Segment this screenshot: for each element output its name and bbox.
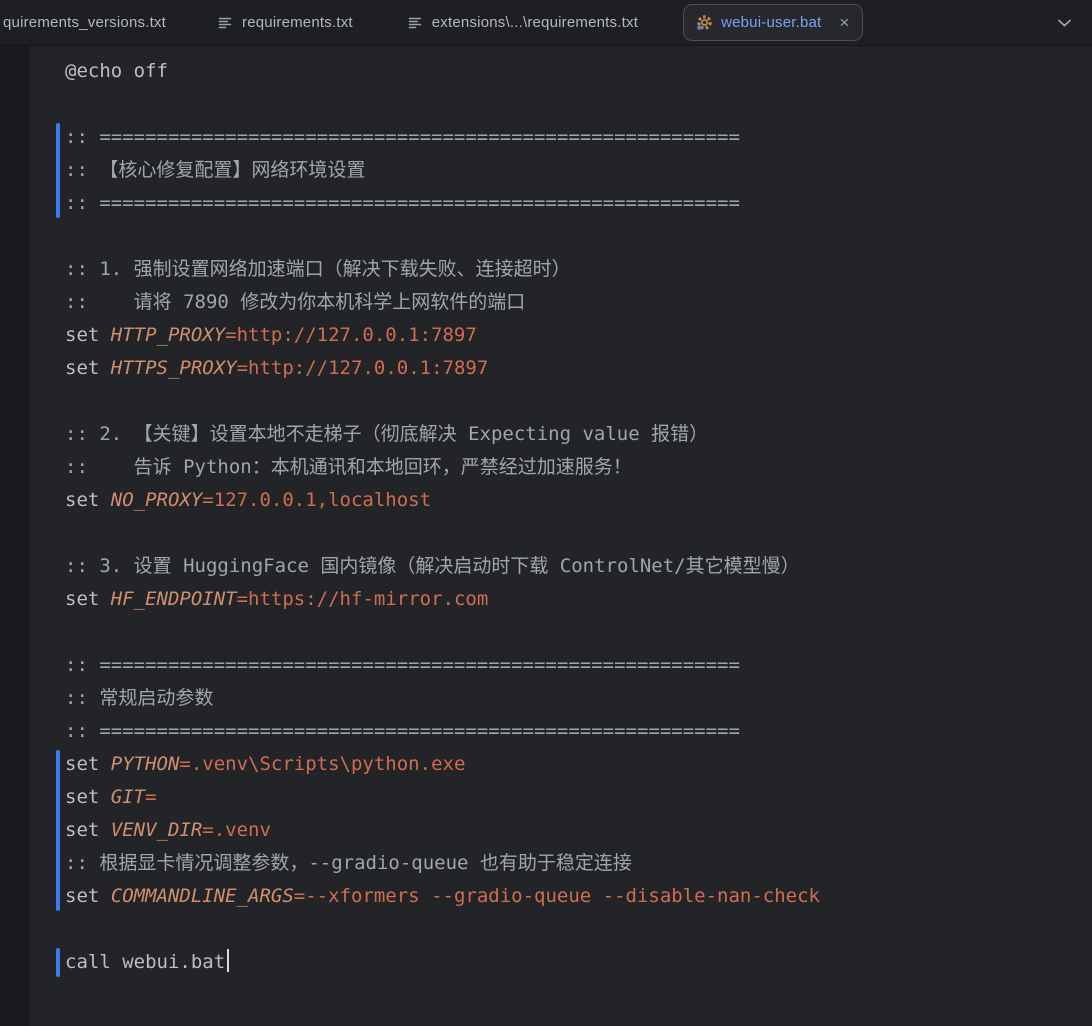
code-token: :: 请将 7890 修改为你本机科学上网软件的端口 <box>65 291 526 313</box>
code-token: PYTHON <box>110 753 180 775</box>
code-line[interactable]: :: =====================================… <box>65 187 1092 220</box>
code-token: set <box>65 489 111 511</box>
code-line[interactable]: set COMMANDLINE_ARGS=--xformers --gradio… <box>65 880 1092 913</box>
tab-requirements-versions-txt[interactable]: quirements_versions.txt <box>0 0 190 45</box>
code-token: =http://127.0.0.1:7897 <box>236 357 489 379</box>
code-line[interactable]: :: 【核心修复配置】网络环境设置 <box>65 154 1092 187</box>
code-line[interactable] <box>65 913 1092 946</box>
code-token: =http://127.0.0.1:7897 <box>225 324 477 346</box>
code-token: :: 3. 设置 HuggingFace 国内镜像（解决启动时下载 Contro… <box>65 555 800 577</box>
code-line[interactable]: :: =====================================… <box>65 121 1092 154</box>
code-token: HTTP_PROXY <box>110 324 226 346</box>
vcs-change-bar[interactable] <box>56 123 60 218</box>
code-token: set <box>65 588 111 610</box>
code-line[interactable] <box>65 616 1092 649</box>
vcs-change-bar[interactable] <box>56 948 60 977</box>
tab-label: quirements_versions.txt <box>3 14 167 31</box>
close-icon[interactable]: × <box>837 14 851 31</box>
code-line[interactable]: set PYTHON=.venv\Scripts\python.exe <box>65 748 1092 781</box>
code-token: set <box>65 819 111 841</box>
code-token: GIT <box>110 786 146 808</box>
code-line[interactable]: call webui.bat <box>65 946 1092 979</box>
code-line[interactable]: :: 告诉 Python：本机通讯和本地回环，严禁经过加速服务！ <box>65 451 1092 484</box>
code-line[interactable] <box>65 517 1092 550</box>
code-token: = <box>145 786 157 808</box>
code-token: :: 1. 强制设置网络加速端口（解决下载失败、连接超时） <box>65 258 571 280</box>
code-editor[interactable]: @echo off:: ============================… <box>0 46 1092 1026</box>
vcs-change-bar[interactable] <box>56 750 60 911</box>
code-line[interactable]: set VENV_DIR=.venv <box>65 814 1092 847</box>
code-line[interactable]: set HF_ENDPOINT=https://hf-mirror.com <box>65 583 1092 616</box>
code-line[interactable] <box>65 385 1092 418</box>
code-token: set <box>65 885 111 907</box>
code-token: set <box>65 753 111 775</box>
code-token: set <box>65 357 111 379</box>
tab-requirements-txt[interactable]: requirements.txt <box>190 0 380 45</box>
code-line[interactable]: set GIT= <box>65 781 1092 814</box>
chevron-down-icon <box>1057 18 1072 28</box>
code-token: VENV_DIR <box>110 819 203 841</box>
tab-label: webui-user.bat <box>721 14 822 31</box>
code-line[interactable]: :: 1. 强制设置网络加速端口（解决下载失败、连接超时） <box>65 253 1092 286</box>
editor-tab-bar: quirements_versions.txt requirements.txt… <box>0 0 1092 46</box>
code-line[interactable]: :: 常规启动参数 <box>65 682 1092 715</box>
code-token: =https://hf-mirror.com <box>236 588 489 610</box>
tab-label: requirements.txt <box>242 14 353 31</box>
code-token: :: =====================================… <box>65 720 740 742</box>
code-token: :: =====================================… <box>65 654 740 676</box>
code-token: :: 告诉 Python：本机通讯和本地回环，严禁经过加速服务！ <box>65 456 632 478</box>
code-line[interactable]: :: 根据显卡情况调整参数，--gradio-queue 也有助于稳定连接 <box>65 847 1092 880</box>
code-line[interactable]: :: 请将 7890 修改为你本机科学上网软件的端口 <box>65 286 1092 319</box>
code-line[interactable]: set NO_PROXY=127.0.0.1,localhost <box>65 484 1092 517</box>
tab-overflow-button[interactable] <box>1051 12 1078 34</box>
code-token: HF_ENDPOINT <box>110 588 237 610</box>
text-caret <box>227 949 230 972</box>
code-token: :: 2. 【关键】设置本地不走梯子（彻底解决 Expecting value … <box>65 423 709 445</box>
code-line[interactable]: :: =====================================… <box>65 715 1092 748</box>
code-line[interactable]: :: =====================================… <box>65 649 1092 682</box>
code-token: @echo off <box>65 60 168 82</box>
code-token: :: =====================================… <box>65 126 740 148</box>
code-token: :: 【核心修复配置】网络环境设置 <box>65 159 366 181</box>
tab-label: extensions\...\requirements.txt <box>431 14 639 31</box>
code-line[interactable]: :: 3. 设置 HuggingFace 国内镜像（解决启动时下载 Contro… <box>65 550 1092 583</box>
code-token: =.venv\Scripts\python.exe <box>179 753 466 775</box>
code-token: =--xformers --gradio-queue --disable-nan… <box>293 885 820 907</box>
code-token: =.venv <box>202 819 271 841</box>
tab-extensions-requirements-txt[interactable]: extensions\...\requirements.txt <box>380 0 665 45</box>
code-token: HTTPS_PROXY <box>110 357 237 379</box>
text-file-icon <box>217 15 233 31</box>
code-token: set <box>65 324 111 346</box>
code-line[interactable] <box>65 88 1092 121</box>
code-token: :: =====================================… <box>65 192 740 214</box>
code-area[interactable]: @echo off:: ============================… <box>0 46 1092 979</box>
code-line[interactable]: @echo off <box>65 55 1092 88</box>
code-token: COMMANDLINE_ARGS <box>110 885 294 907</box>
code-line[interactable] <box>65 220 1092 253</box>
code-token: =127.0.0.1,localhost <box>202 489 432 511</box>
code-token: :: 常规启动参数 <box>65 687 214 709</box>
bat-file-icon <box>696 14 713 31</box>
code-token: :: 根据显卡情况调整参数，--gradio-queue 也有助于稳定连接 <box>65 852 632 874</box>
code-token: set <box>65 786 111 808</box>
code-line[interactable]: :: 2. 【关键】设置本地不走梯子（彻底解决 Expecting value … <box>65 418 1092 451</box>
code-line[interactable]: set HTTP_PROXY=http://127.0.0.1:7897 <box>65 319 1092 352</box>
code-token: NO_PROXY <box>110 489 203 511</box>
code-token: call webui.bat <box>65 951 226 973</box>
text-file-icon <box>407 15 423 31</box>
code-line[interactable]: set HTTPS_PROXY=http://127.0.0.1:7897 <box>65 352 1092 385</box>
tab-webui-user-bat[interactable]: webui-user.bat × <box>683 4 864 41</box>
